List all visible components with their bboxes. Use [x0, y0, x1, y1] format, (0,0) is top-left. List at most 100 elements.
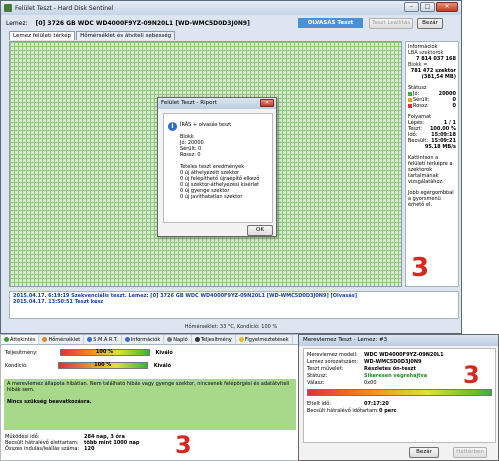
- condition-text: Kiváló: [153, 362, 172, 369]
- tab-log[interactable]: Napló: [164, 335, 192, 344]
- elapsed-row: Eltelt idő: 07:17:20: [307, 401, 492, 408]
- stop-test-button[interactable]: Teszt Leállítás: [369, 18, 413, 29]
- title-bar: Felület Teszt - Hard Disk Sentinel – □ ✕: [1, 1, 461, 15]
- annotation-number: 3: [463, 361, 480, 389]
- selftest-close-button[interactable]: Bezár: [409, 447, 439, 458]
- condition-bar: 100 %: [57, 362, 148, 369]
- info-icon: [124, 337, 130, 342]
- selftest-progress-bar: [307, 389, 492, 396]
- tab-label: Áttekintés: [10, 336, 36, 343]
- bad-row: Rossz: 0: [408, 103, 456, 109]
- drive-toolbar: Lemez: [0] 3726 GB WDC WD4000F9YZ-09N20L…: [1, 15, 461, 31]
- report-line: 0 új javíthatatlan szektor: [180, 194, 243, 200]
- status-bar: Hőmérséklet: 33 °C, Kondíció: 100 %: [184, 324, 278, 330]
- close-button[interactable]: ✕: [436, 2, 458, 12]
- main-window: Felület Teszt - Hard Disk Sentinel – □ ✕…: [0, 0, 462, 334]
- tab-performance[interactable]: Teljesítmény: [192, 335, 236, 344]
- health-label: Teljesítmény:: [5, 349, 38, 356]
- annotation-number: 3: [411, 253, 430, 283]
- health-message-bold: Nincs szükség beavatkozásra.: [7, 399, 92, 405]
- drive-stats: Működési idő: 284 nap, 3 óra Becsült hátr…: [5, 434, 140, 452]
- good-color-icon: [408, 91, 412, 96]
- gauge-icon: [194, 337, 200, 342]
- tab-alerts[interactable]: Figyelmeztetések: [236, 335, 293, 344]
- condition-value: 100 %: [94, 362, 112, 368]
- elapsed-value: 07:17:20: [364, 401, 389, 407]
- detail-key: Válasz:: [307, 380, 325, 386]
- tab-label: Információk: [130, 336, 161, 343]
- app-icon: [4, 4, 12, 12]
- detail-value: Sikeresen végrehajtva: [364, 373, 428, 379]
- remaining-row: Becsült hátralévő időtartam: 0 perc: [307, 408, 492, 415]
- close-main-button[interactable]: Bezár: [417, 18, 443, 29]
- hint-right-click: Jobb egérgombbal a gyorsmenü érhető el.: [408, 190, 454, 208]
- detail-value: Részletes ön-teszt: [364, 366, 416, 372]
- detail-key: Lemez sorozatszám:: [307, 359, 359, 365]
- blocks-mb: (381,54 MB): [421, 74, 456, 80]
- report-dialog-body: i ÍRÁS + olvasás teszt Blokk Jó: 20000 S…: [163, 113, 273, 223]
- tab-surface-map[interactable]: Lemez felületi térkép: [9, 31, 76, 40]
- drive-label: Lemez:: [6, 19, 28, 27]
- speed-value: 95.18 MB/s: [424, 144, 456, 150]
- log-text: Szekvenciális teszt. Lemez: [0] 3726 GB …: [71, 293, 357, 299]
- log-icon: [167, 337, 173, 342]
- tab-strip: Lemez felületi térkép Hőmérséklet és átv…: [9, 31, 176, 40]
- warning-icon: [238, 337, 244, 342]
- remaining-value: 0 perc: [379, 408, 397, 414]
- stat-key: Összes indulás/leállás száma:: [5, 446, 80, 452]
- overview-window: Áttekintés Hőmérséklet S.M.A.R.T. Inform…: [0, 334, 300, 461]
- selftest-background-button[interactable]: Háttérben: [453, 447, 487, 458]
- report-dialog-close-button[interactable]: ✕: [260, 99, 274, 107]
- tab-overview[interactable]: Áttekintés: [1, 335, 40, 344]
- elapsed-label: Eltelt idő:: [307, 401, 331, 407]
- selftest-dialog-title: Merevlemez Teszt - Lemez: #3: [299, 335, 498, 346]
- detail-row: Merevlemez modell: WDC WD4000F9YZ-09N20L1: [307, 352, 492, 359]
- tab-label: Figyelmeztetések: [244, 336, 289, 343]
- maximize-button[interactable]: □: [420, 2, 435, 12]
- tab-label: Hőmérséklet: [48, 336, 81, 343]
- health-row: Teljesítmény: 100 % Kiváló: [5, 349, 173, 356]
- smart-icon: [87, 337, 93, 342]
- side-info-panel: Információk LBA szektorok 7 814 037 168 …: [405, 41, 459, 287]
- tab-temperature[interactable]: Hőmérséklet és átviteli sebesség: [76, 31, 176, 40]
- stat-value: 120: [84, 446, 95, 452]
- bad-label: Rossz:: [413, 103, 429, 109]
- health-text: Kiváló: [155, 349, 173, 356]
- bad-value: 0: [452, 103, 456, 109]
- window-title: Felület Teszt - Hard Disk Sentinel: [15, 4, 114, 12]
- log-date: 2015.04.17.: [13, 299, 47, 305]
- log-text: Teszt kész: [74, 299, 104, 305]
- window-controls: – □ ✕: [404, 2, 458, 12]
- remaining-label: Becsült hátralévő időtartam:: [307, 408, 379, 414]
- annotation-number: 3: [175, 431, 192, 459]
- tab-smart[interactable]: S.M.A.R.T.: [84, 335, 122, 344]
- drive-select[interactable]: [0] 3726 GB WDC WD4000F9YZ-09N20L1 [WD-W…: [36, 20, 250, 27]
- report-message: ÍRÁS + olvasás teszt Blokk Jó: 20000 Sér…: [180, 122, 270, 200]
- report-dialog-title: Felület Teszt - Riport ✕: [158, 98, 276, 109]
- detail-key: Státusz:: [307, 373, 328, 379]
- condition-label: Kondíció:: [5, 362, 28, 369]
- log-row: 2015.04.17. 13:50:51 Teszt kész: [13, 299, 455, 305]
- mode-badge: OLVASÁS Teszt: [298, 18, 363, 28]
- event-log: 2015.04.17. 6:19:19 Szekvenciális teszt.…: [9, 291, 459, 319]
- detail-value: 0x00: [364, 380, 377, 386]
- log-time: 13:50:51: [48, 299, 73, 305]
- condition-row: Kondíció: 100 % Kiváló: [5, 362, 171, 369]
- tab-information[interactable]: Információk: [122, 335, 165, 344]
- health-value: 100 %: [95, 349, 114, 355]
- report-ok-button[interactable]: OK: [247, 225, 273, 236]
- tab-temperature-2[interactable]: Hőmérséklet: [39, 335, 85, 344]
- detail-value: WD-WMC5D0D3J0N9: [364, 359, 422, 365]
- thermometer-icon: [42, 337, 48, 342]
- tab-label: S.M.A.R.T.: [93, 336, 118, 343]
- stat-row: Összes indulás/leállás száma: 120: [5, 446, 140, 452]
- hint-click: Kattintson a felületi térképre a szektor…: [408, 155, 453, 185]
- damaged-color-icon: [408, 97, 412, 102]
- minimize-button[interactable]: –: [404, 2, 419, 12]
- info-icon: i: [168, 122, 177, 131]
- selftest-dialog: Merevlemez Teszt - Lemez: #3 Merevlemez …: [298, 334, 499, 461]
- overview-icon: [4, 337, 9, 342]
- tab-label: Teljesítmény: [200, 336, 232, 343]
- overview-tab-strip: Áttekintés Hőmérséklet S.M.A.R.T. Inform…: [1, 335, 299, 345]
- report-dialog: Felület Teszt - Riport ✕ i ÍRÁS + olvasá…: [157, 97, 277, 237]
